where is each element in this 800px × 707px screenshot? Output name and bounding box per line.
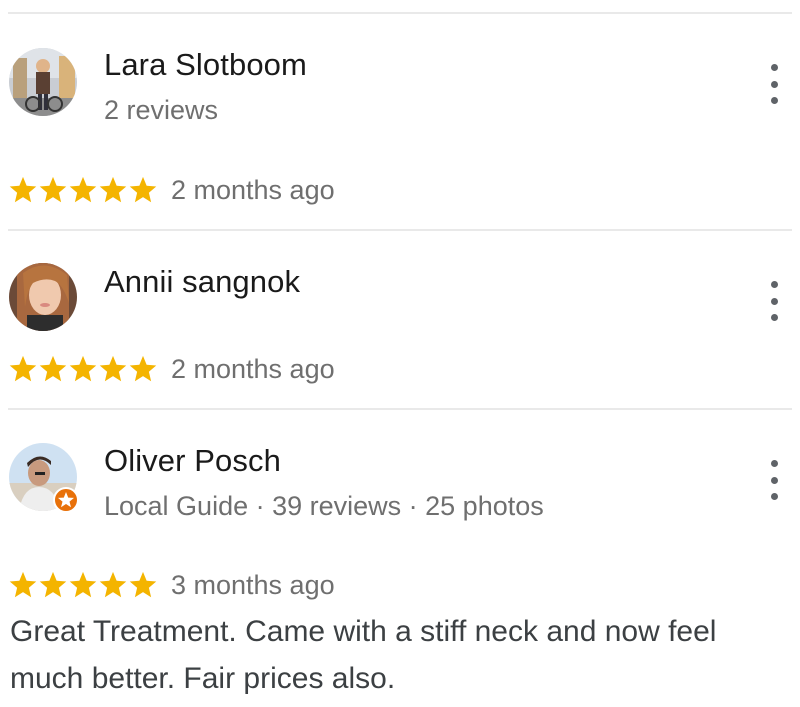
more-vert-icon (770, 281, 778, 288)
divider (8, 408, 792, 410)
star-icon (129, 355, 157, 382)
review-text: Great Treatment. Came with a stiff neck … (10, 615, 717, 695)
more-options-button[interactable] (762, 64, 786, 104)
more-vert-icon (770, 460, 778, 467)
author-meta: 2 reviews (104, 95, 219, 125)
more-vert-icon-dot (770, 493, 778, 500)
reviews-list: Lara Slotboom 2 reviews 2 months ago Ann… (0, 0, 800, 707)
more-options-button[interactable] (762, 281, 786, 321)
more-vert-icon-dot (770, 297, 778, 305)
star-rating (8, 354, 158, 384)
divider (8, 229, 792, 231)
star-icon (9, 176, 37, 203)
author-name[interactable]: Annii sangnok (104, 264, 300, 300)
star-icon (69, 176, 97, 203)
star-icon (39, 355, 67, 382)
star-icon (99, 571, 127, 598)
star-icon (39, 571, 67, 598)
review-time: 2 months ago (171, 353, 335, 384)
star-icon (9, 355, 37, 382)
star-icon (99, 355, 127, 382)
more-vert-icon-dot (770, 476, 778, 484)
star-rating (8, 175, 158, 205)
review-time: 3 months ago (171, 569, 335, 600)
rating-row: 2 months ago (8, 172, 335, 208)
rating-row: 3 months ago (8, 567, 335, 603)
star-rating (8, 570, 158, 600)
more-vert-icon-dot (770, 80, 778, 88)
author-meta: Local Guide · 39 reviews · 25 photos (104, 491, 544, 521)
star-icon (39, 176, 67, 203)
divider (8, 12, 792, 14)
review-time: 2 months ago (171, 174, 335, 205)
more-vert-icon-dot (770, 314, 778, 321)
more-vert-icon-dot (770, 97, 778, 104)
local-guide-badge-icon (53, 487, 79, 513)
star-icon (69, 355, 97, 382)
avatar[interactable] (9, 48, 77, 116)
more-options-button[interactable] (762, 460, 786, 500)
author-name[interactable]: Oliver Posch (104, 443, 281, 479)
rating-row: 2 months ago (8, 351, 335, 387)
star-icon (129, 176, 157, 203)
star-icon (9, 571, 37, 598)
avatar[interactable] (9, 443, 79, 513)
author-name[interactable]: Lara Slotboom (104, 47, 307, 83)
avatar[interactable] (9, 263, 77, 331)
more-vert-icon (770, 64, 778, 71)
star-icon (99, 176, 127, 203)
star-icon (69, 571, 97, 598)
star-icon (129, 571, 157, 598)
